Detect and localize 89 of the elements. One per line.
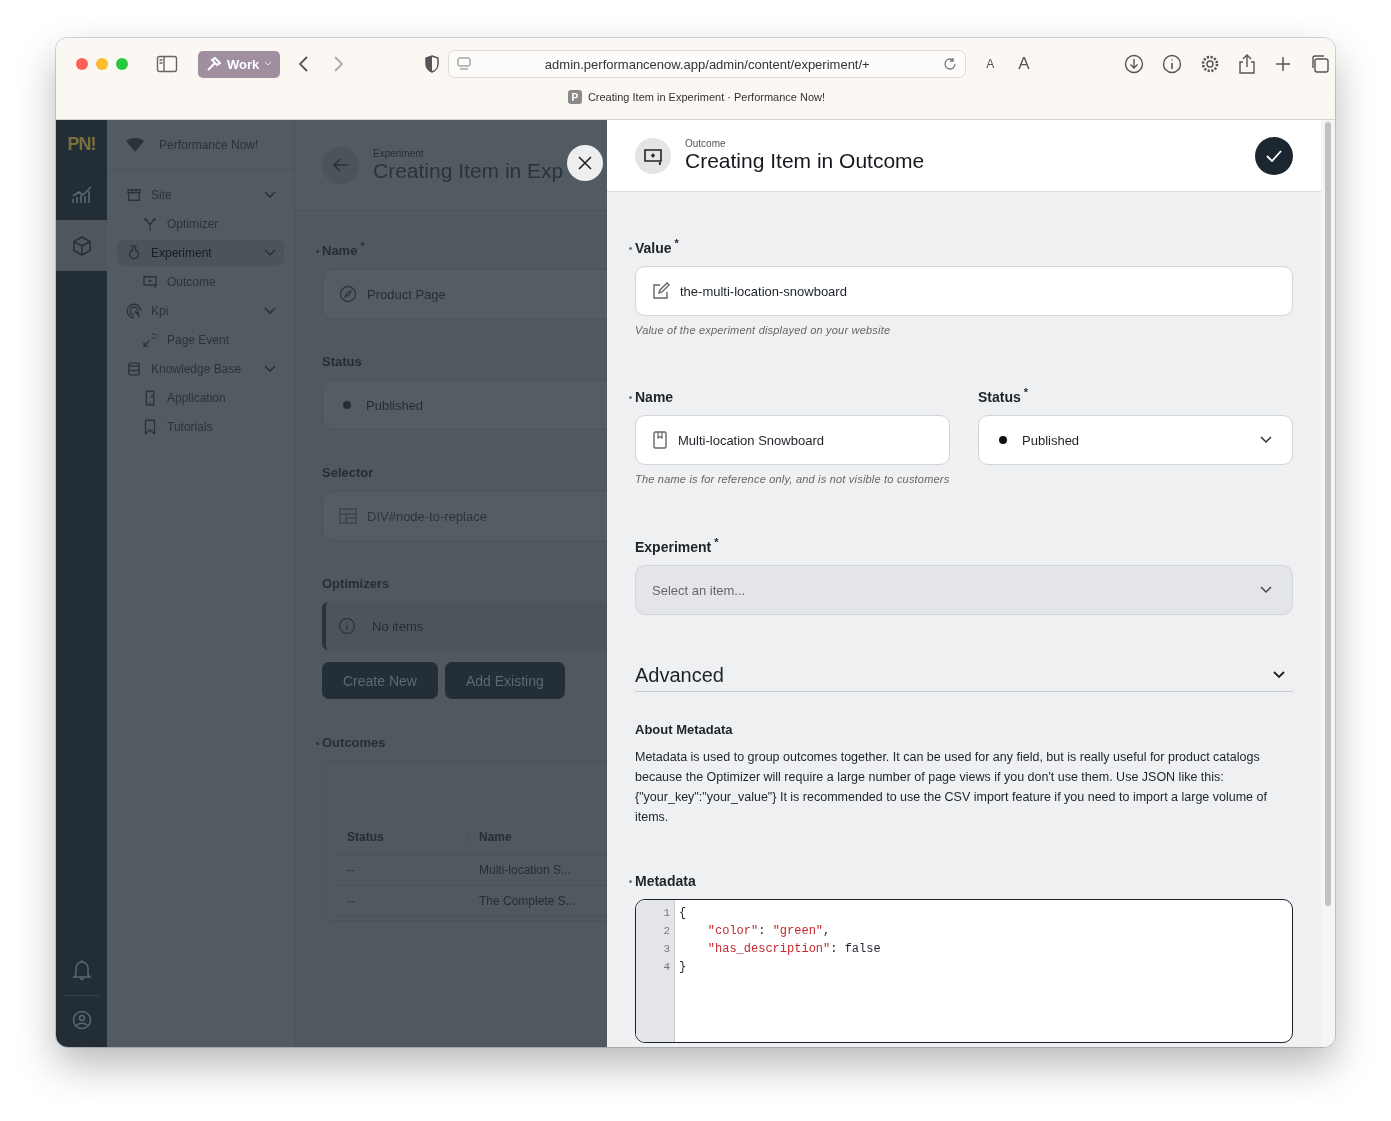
nav-item[interactable]: Experiment <box>117 240 284 266</box>
back-button[interactable] <box>322 146 359 184</box>
action-button[interactable]: Create New <box>322 662 438 699</box>
value-input-field[interactable]: the-multi-location-snowboard <box>635 266 1293 316</box>
reload-icon[interactable] <box>943 57 958 71</box>
sidebar-toggle-icon[interactable] <box>156 55 178 73</box>
line-number: 4 <box>662 960 671 975</box>
status-dot <box>999 436 1007 444</box>
section-heading: About Metadata <box>635 722 734 737</box>
name-input-field[interactable]: Multi-location Snowboard <box>635 415 950 465</box>
wifi-icon <box>125 136 145 153</box>
new-tab-icon[interactable] <box>1273 55 1292 73</box>
advanced-section-toggle[interactable]: Advanced <box>635 659 1293 692</box>
caret-icon <box>264 61 273 67</box>
content-rail-item[interactable] <box>56 220 107 271</box>
minimize-window-button[interactable] <box>96 58 108 70</box>
action-button[interactable]: Add Existing <box>444 662 565 699</box>
field-label: Status * <box>977 387 1030 407</box>
event-icon <box>141 331 159 349</box>
line-number: 3 <box>662 942 671 957</box>
field-hint: Value of the experiment displayed on your website <box>635 323 892 338</box>
download-icon[interactable] <box>1123 54 1144 74</box>
address-bar[interactable]: admin.performancenow.app/admin/content/experiment/+ <box>448 50 967 78</box>
table-cell-text: -- <box>346 863 356 877</box>
close-window-button[interactable] <box>76 58 88 70</box>
edit-icon <box>652 282 670 300</box>
bookmark-icon <box>652 431 668 449</box>
status-dot <box>343 401 351 409</box>
field-label: Name <box>629 387 950 407</box>
hammer-icon <box>206 57 222 71</box>
tab-title: Creating Item in Experiment · Performance Now! <box>587 91 826 103</box>
user-account-icon[interactable] <box>71 1010 92 1030</box>
target-icon <box>125 302 143 320</box>
chevron-icon[interactable] <box>264 191 276 199</box>
status-dropdown[interactable]: Published <box>978 415 1293 465</box>
line-number: 2 <box>662 924 671 939</box>
increase-text-size-button[interactable]: A <box>1018 54 1030 74</box>
chevron-down-icon <box>1260 586 1272 594</box>
code-editor[interactable]: 1 2 3 4 { "color": "green", "has_description": false } <box>635 899 1293 1043</box>
scrollbar-thumb[interactable] <box>1325 122 1331 906</box>
outcome-icon <box>141 273 159 291</box>
code-line: "has_description": false <box>706 941 881 958</box>
database-icon <box>125 360 143 378</box>
save-button[interactable] <box>1255 136 1293 175</box>
breadcrumb-label: Outcome <box>685 138 727 149</box>
chevron-icon <box>1273 671 1285 679</box>
url-text: admin.performancenow.app/admin/content/experiment/+ <box>543 56 871 72</box>
field-label: Metadata <box>629 871 1293 891</box>
cube-icon <box>70 234 93 257</box>
code-line: "color": "green", <box>706 923 832 940</box>
store-icon <box>125 186 143 204</box>
close-drawer-button[interactable] <box>567 145 603 181</box>
branch-icon <box>141 215 159 233</box>
compass-icon <box>339 285 357 303</box>
decrease-text-size-button[interactable]: A <box>986 57 995 71</box>
forward-icon[interactable] <box>332 55 345 73</box>
layout-icon <box>339 508 357 524</box>
code-line: } <box>679 959 688 976</box>
back-icon[interactable] <box>298 55 311 73</box>
line-number: 1 <box>662 906 671 921</box>
field-label: Experiment * <box>634 537 720 557</box>
tabs-overview-icon[interactable] <box>1309 54 1330 74</box>
notifications-bell-icon[interactable] <box>71 959 92 981</box>
chevron-down-icon <box>1260 436 1272 444</box>
info-icon[interactable] <box>1161 54 1182 74</box>
chevron-icon[interactable] <box>264 249 276 257</box>
field-label: Value * <box>629 238 1293 258</box>
close-icon <box>578 156 592 170</box>
info-icon <box>338 617 356 635</box>
drawer-title: Creating Item in Outcome <box>685 149 926 173</box>
chevron-icon[interactable] <box>264 365 276 373</box>
metadata-description: Metadata is used to group outcomes together. It can be used for any field, but is really useful for product catalogs because the Optimizer will require a large number of page views if you don't use them. Use JSON like this: {"your_key":"your_value"} It is recommended to use the CSV import feature if you need to import a large volume of items. <box>635 749 1268 826</box>
site-settings-icon[interactable] <box>457 57 472 71</box>
arrow-left-icon <box>332 158 349 172</box>
shield-icon[interactable] <box>424 55 441 73</box>
favicon: P <box>567 90 582 104</box>
settings-icon[interactable] <box>1199 54 1220 74</box>
table-cell-text: -- <box>346 894 356 908</box>
app-logo: PN! <box>66 133 97 156</box>
chart-icon <box>70 184 93 205</box>
check-icon <box>1266 149 1282 162</box>
code-line: { <box>679 905 688 922</box>
zoom-window-button[interactable] <box>116 58 128 70</box>
tab-group-button[interactable]: Work <box>198 50 281 78</box>
share-icon[interactable] <box>1237 54 1256 74</box>
browser-tab[interactable]: P Creating Item in Experiment · Performance Now! <box>567 90 826 104</box>
chevron-icon[interactable] <box>264 307 276 315</box>
field-hint: The name is for reference only, and is not visible to customers <box>635 472 950 487</box>
outcome-icon <box>635 137 671 174</box>
